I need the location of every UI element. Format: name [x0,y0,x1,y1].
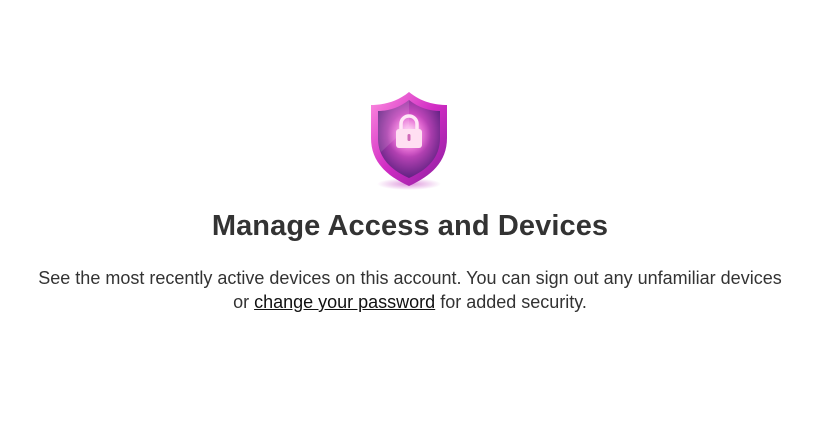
shield-lock-icon [361,88,457,192]
change-password-link[interactable]: change your password [254,292,435,312]
page-title: Manage Access and Devices [211,210,609,242]
manage-access-page: Manage Access and Devices See the most r… [0,0,820,421]
description-text-after: for added security. [435,292,587,312]
page-description: See the most recently active devices on … [30,266,790,314]
